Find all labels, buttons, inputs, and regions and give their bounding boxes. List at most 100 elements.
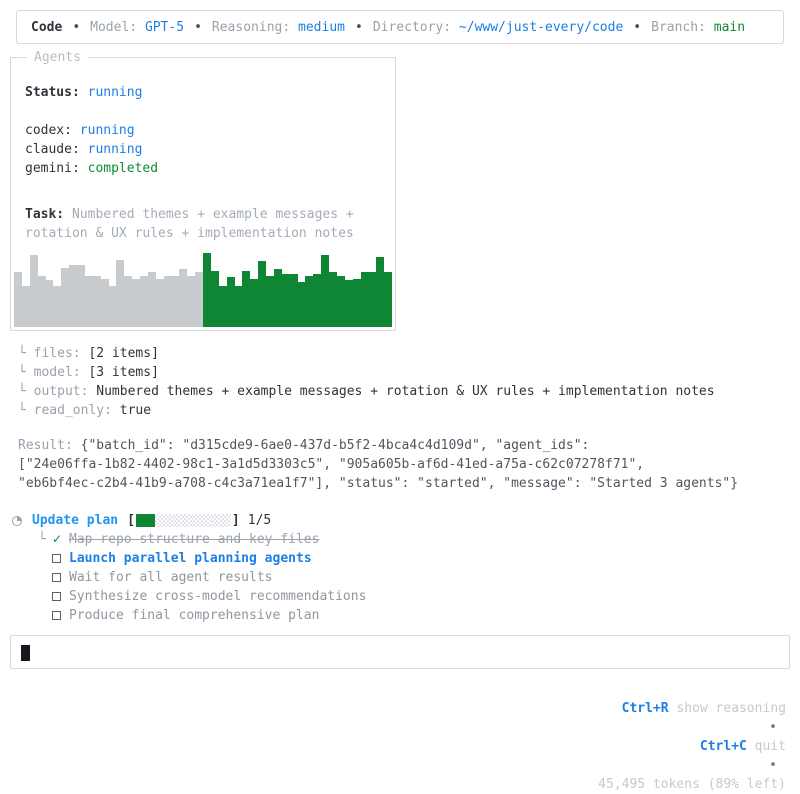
tool-result: Result: {"batch_id": "d315cde9-6ae0-437d… bbox=[18, 436, 800, 493]
shortcut-quit-label: quit bbox=[746, 739, 786, 754]
agent-status-row: claude: running bbox=[25, 140, 381, 159]
check-icon: ✓ bbox=[52, 532, 63, 546]
param-value: Numbered themes + example messages + rot… bbox=[96, 384, 715, 399]
activity-bar bbox=[305, 275, 314, 327]
task-line: Task: Numbered themes + example messages… bbox=[25, 205, 381, 243]
agent-state: completed bbox=[87, 161, 159, 176]
activity-bar bbox=[116, 259, 125, 327]
activity-bar bbox=[195, 272, 203, 327]
activity-bar bbox=[289, 273, 298, 327]
param-key: └ output: bbox=[18, 384, 97, 399]
param-value: [2 items] bbox=[88, 346, 159, 361]
separator-dot: • bbox=[769, 758, 777, 773]
activity-bar bbox=[273, 269, 282, 327]
task-label: Task: bbox=[25, 207, 65, 222]
task-value: Numbered themes + example messages + rot… bbox=[25, 207, 354, 241]
agent-name: gemini: bbox=[25, 161, 88, 176]
activity-bar bbox=[29, 255, 38, 327]
shortcut-show-reasoning-key: Ctrl+R bbox=[621, 701, 669, 716]
activity-bar bbox=[21, 286, 30, 327]
activity-bar bbox=[187, 275, 196, 327]
status-label: Status: bbox=[25, 85, 80, 100]
shortcut-quit-key: Ctrl+C bbox=[699, 739, 747, 754]
reasoning-label: Reasoning: bbox=[211, 19, 291, 35]
plan-item: Wait for all agent results bbox=[38, 568, 800, 587]
checkbox-icon bbox=[52, 554, 61, 563]
plan-item: Synthesize cross-model recommendations bbox=[38, 587, 800, 606]
param-key: └ files: bbox=[18, 346, 89, 361]
agent-list: codex: running claude: running gemini: com… bbox=[25, 121, 381, 178]
result-label: Result: bbox=[18, 438, 81, 453]
activity-bar bbox=[53, 286, 62, 327]
footer-bar: Ctrl+R show reasoning • Ctrl+C quit • 45… bbox=[0, 680, 786, 794]
activity-bar bbox=[313, 273, 322, 327]
activity-bar bbox=[61, 267, 70, 327]
text-cursor bbox=[21, 645, 30, 661]
activity-bar bbox=[250, 278, 259, 327]
activity-bar bbox=[218, 286, 227, 327]
activity-bar bbox=[69, 264, 77, 327]
result-line: ["24e06ffa-1b82-4402-98c1-3a1d5d3303c5",… bbox=[18, 455, 800, 474]
plan-item: Produce final comprehensive plan bbox=[38, 606, 800, 625]
agent-status-row: gemini: completed bbox=[25, 159, 381, 178]
plan-item-glyph-slot bbox=[52, 573, 69, 582]
composer-input[interactable] bbox=[10, 635, 790, 669]
plan-item-glyph-slot bbox=[52, 592, 69, 601]
plan-item-label: Synthesize cross-model recommendations bbox=[69, 589, 367, 604]
param-row: └ read_only: true bbox=[18, 401, 800, 420]
tree-elbow: └ bbox=[38, 532, 46, 547]
progress-segment bbox=[173, 514, 193, 527]
activity-bar bbox=[368, 272, 377, 327]
param-value: true bbox=[119, 403, 152, 418]
branch-value: main bbox=[713, 19, 746, 35]
agents-panel: Agents Status: running codex: running cla… bbox=[10, 48, 396, 331]
progress-segments bbox=[135, 514, 231, 527]
agent-status-row: codex: running bbox=[25, 121, 381, 140]
app-title: Code bbox=[31, 19, 63, 35]
checkbox-icon bbox=[52, 573, 61, 582]
activity-bar bbox=[321, 255, 329, 327]
result-line: Result: {"batch_id": "d315cde9-6ae0-437d… bbox=[18, 436, 800, 455]
plan-item: └ ✓ Map repo structure and key files bbox=[38, 530, 800, 549]
activity-bar bbox=[336, 275, 345, 327]
checkbox-icon bbox=[52, 611, 61, 620]
clock-icon bbox=[12, 515, 22, 526]
separator-dot: • bbox=[633, 19, 642, 35]
agent-activity-chart bbox=[14, 249, 392, 327]
activity-bar bbox=[376, 256, 385, 327]
activity-bar bbox=[242, 270, 251, 327]
agent-name: codex: bbox=[25, 123, 80, 138]
branch-label: Branch: bbox=[651, 19, 706, 35]
agents-status-line: Status: running bbox=[25, 83, 381, 102]
agent-state: running bbox=[87, 142, 143, 157]
progress-segment bbox=[192, 514, 212, 527]
agents-panel-title: Agents bbox=[27, 48, 88, 67]
activity-bar bbox=[147, 272, 156, 327]
plan-item-label: Launch parallel planning agents bbox=[69, 551, 312, 566]
plan-item-label: Wait for all agent results bbox=[69, 570, 273, 585]
directory-value: ~/www/just-every/code bbox=[458, 19, 624, 35]
activity-bar bbox=[124, 275, 133, 327]
progress-segment bbox=[135, 514, 155, 527]
reasoning-value: medium bbox=[298, 19, 345, 35]
plan-item-glyph-slot bbox=[52, 611, 69, 620]
param-row: └ model: [3 items] bbox=[18, 363, 800, 382]
token-usage: 45,495 tokens (89% left) bbox=[598, 777, 786, 792]
status-bar: Code • Model: GPT-5 • Reasoning: medium … bbox=[16, 10, 784, 44]
activity-bar bbox=[100, 278, 109, 327]
result-line: "eb6bf4ec-c2b4-41b9-a708-c4c3a71ea1f7"],… bbox=[18, 474, 800, 493]
activity-bar bbox=[203, 252, 211, 327]
plan-items: └ ✓ Map repo structure and key files Launch… bbox=[38, 530, 800, 625]
activity-bar bbox=[140, 275, 148, 327]
activity-bar bbox=[281, 273, 290, 327]
plan-title: Update plan bbox=[32, 513, 119, 528]
plan-item-label: Map repo structure and key files bbox=[69, 532, 320, 547]
activity-bar bbox=[352, 278, 361, 327]
param-row: └ output: Numbered themes + example mess… bbox=[18, 382, 800, 401]
